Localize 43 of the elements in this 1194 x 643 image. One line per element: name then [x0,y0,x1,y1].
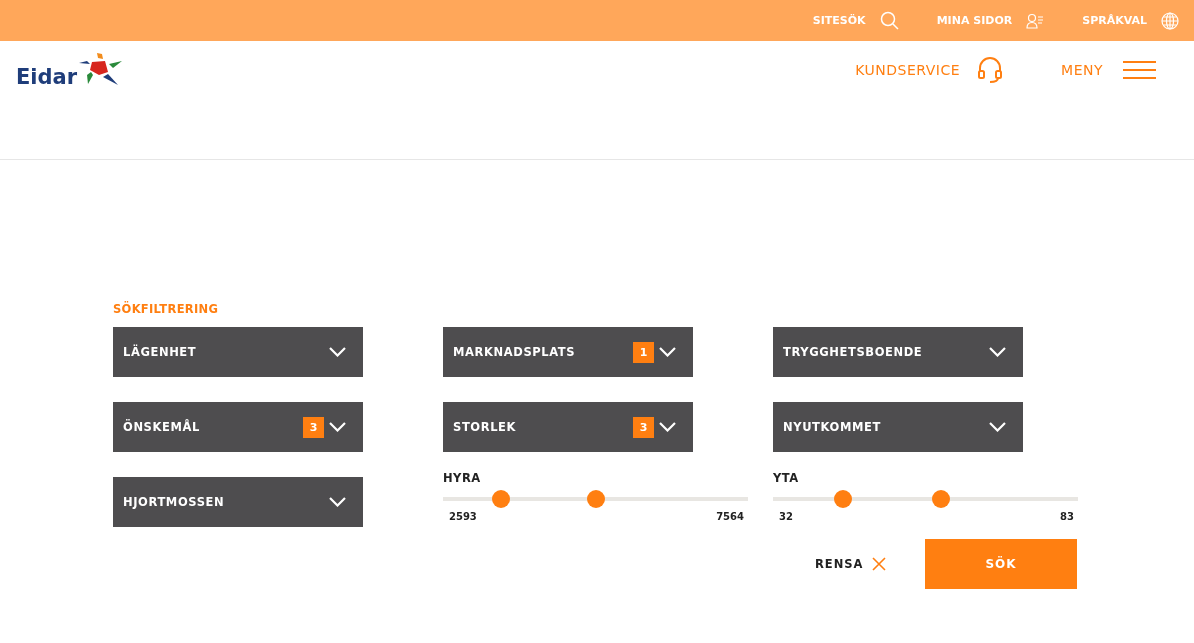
section-title: SÖKFILTRERING [113,302,220,316]
slider-max-value: 7564 [716,511,744,522]
count-badge: 3 [633,416,654,438]
slider-thumb[interactable] [834,490,853,508]
filter-dropdown[interactable]: MARKNADSPLATS 1 [443,327,693,377]
slider-min-value: 32 [779,511,793,522]
dropdown-label: STORLEK [453,420,517,434]
headset-icon [977,57,1004,83]
slider-thumb[interactable] [491,490,510,508]
slider-min-value: 2593 [449,511,477,522]
chevron-down-icon [989,347,1006,357]
slider-max-value: 83 [1060,511,1074,522]
dropdown-label: TRYGGHETSBOENDE [783,345,923,359]
menu-icon[interactable] [1123,61,1156,79]
filter-dropdown[interactable]: NYUTKOMMET [773,402,1023,452]
dropdown-label: LÄGENHET [123,345,197,359]
slider-label: YTA [773,471,800,485]
user-list-icon [1026,12,1045,29]
filter-dropdown[interactable]: LÄGENHET [113,327,363,377]
dropdown-label: NYUTKOMMET [783,420,881,434]
filter-dropdown[interactable]: HJORTMOSSEN [113,477,363,527]
chevron-down-icon [329,497,346,507]
slider-thumb[interactable] [931,490,950,508]
filter-dropdown[interactable]: TRYGGHETSBOENDE [773,327,1023,377]
filter-dropdown[interactable]: ÖNSKEMÅL 3 [113,402,363,452]
slider-label: HYRA [443,471,482,485]
chevron-down-icon [659,422,676,432]
chevron-down-icon [989,422,1006,432]
close-icon [871,557,886,571]
logo-text[interactable]: Eidar [16,65,78,89]
chevron-down-icon [659,347,676,357]
globe-icon [1161,11,1179,30]
count-badge: 3 [303,416,324,438]
count-badge: 1 [633,341,654,363]
dropdown-label: ÖNSKEMÅL [123,420,200,434]
chevron-down-icon [329,422,346,432]
dropdown-label: HJORTMOSSEN [123,495,225,509]
filter-dropdown[interactable]: STORLEK 3 [443,402,693,452]
chevron-down-icon [329,347,346,357]
dropdown-label: MARKNADSPLATS [453,345,576,359]
slider-thumb[interactable] [586,490,605,508]
clear-button[interactable]: RENSA [815,557,925,571]
search-icon [879,11,899,30]
